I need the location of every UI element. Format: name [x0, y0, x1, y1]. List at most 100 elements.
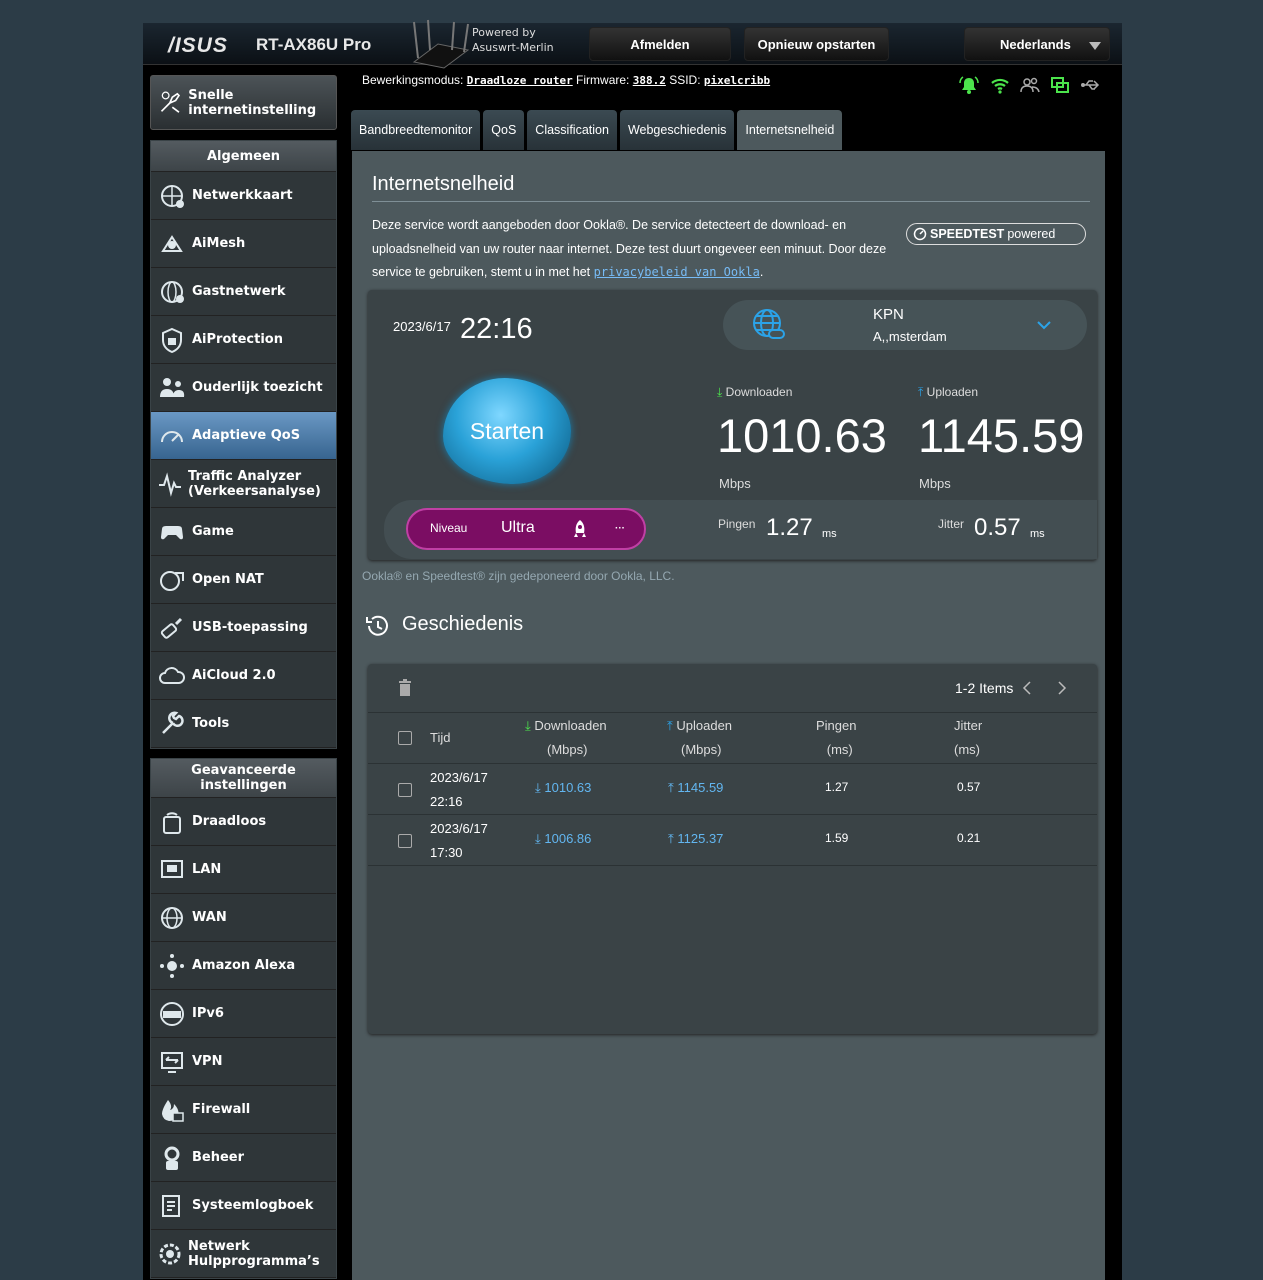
- sidebar-item-label: Firewall: [192, 1102, 251, 1117]
- tab-internet-speed[interactable]: Internetsnelheid: [737, 110, 843, 150]
- ping-value: 1.27: [766, 514, 813, 541]
- sidebar-item-traffic-analyzer[interactable]: Traffic Analyzer (Verkeersanalyse): [151, 460, 336, 508]
- cloud-icon: [157, 661, 187, 691]
- server-isp: KPN: [873, 306, 904, 323]
- alexa-icon: [157, 951, 187, 981]
- sidebar-item-alexa[interactable]: Amazon Alexa: [151, 942, 336, 990]
- sidebar-item-guest-network[interactable]: Gastnetwerk: [151, 268, 336, 316]
- powered-by: Powered by Asuswrt-Merlin: [472, 26, 554, 54]
- chevron-left-icon[interactable]: [1022, 681, 1032, 695]
- usb-status-icon[interactable]: [1080, 75, 1102, 95]
- sidebar-item-label: Amazon Alexa: [192, 958, 296, 973]
- tab-web-history[interactable]: Webgeschiedenis: [619, 110, 735, 150]
- reboot-button[interactable]: Opnieuw opstarten: [744, 27, 889, 61]
- sidebar-item-label: Game: [192, 524, 234, 539]
- ping-unit: ms: [822, 528, 837, 540]
- upload-arrow-icon: ⤒: [668, 780, 674, 795]
- privacy-policy-link[interactable]: privacybeleid van Ookla: [594, 265, 760, 279]
- upload-value: 1145.59: [918, 409, 1085, 462]
- sidebar-item-parental-control[interactable]: Ouderlijk toezicht: [151, 364, 336, 412]
- sidebar-item-ipv6[interactable]: IPv6: [151, 990, 336, 1038]
- jitter-value: 0.57: [974, 514, 1021, 541]
- aimesh-nodes-icon[interactable]: [1050, 75, 1070, 95]
- firmware-link[interactable]: 388.2: [633, 74, 666, 87]
- start-button[interactable]: Starten: [443, 378, 571, 484]
- language-label: Nederlands: [1000, 36, 1071, 52]
- sidebar-item-gamepad[interactable]: Game: [151, 508, 336, 556]
- top-header: /ISUS RT-AX86U Pro Powered by Asuswrt-Me…: [143, 19, 1122, 69]
- guest-network-icon: [157, 277, 187, 307]
- ssid-link[interactable]: pixelcribb: [704, 74, 770, 87]
- sidebar-item-wan[interactable]: WAN: [151, 894, 336, 942]
- sidebar-item-label: USB-toepassing: [192, 620, 308, 635]
- sidebar-item-shield[interactable]: AiProtection: [151, 316, 336, 364]
- sidebar-item-firewall[interactable]: Firewall: [151, 1086, 336, 1134]
- chevron-down-icon: [1089, 42, 1101, 50]
- sidebar-item-wrench[interactable]: Tools: [151, 700, 336, 748]
- mode-link[interactable]: Draadloze router: [467, 74, 573, 87]
- sidebar-item-label: Beheer: [192, 1150, 245, 1165]
- sidebar-item-label: Tools: [192, 716, 230, 731]
- table-row: 2023/6/17 17:30 ⤓ 1006.86 ⤒ 1125.37 1.59 …: [368, 815, 1097, 866]
- sidebar-item-open-nat[interactable]: Open NAT: [151, 556, 336, 604]
- row-download: ⤓ 1010.63: [535, 780, 592, 795]
- result-date: 2023/6/17: [393, 319, 451, 334]
- syslog-icon: [157, 1191, 187, 1221]
- wrench-icon: [157, 709, 187, 739]
- tab-bandwidth-monitor[interactable]: Bandbreedtemonitor: [351, 110, 481, 150]
- select-all-checkbox[interactable]: [398, 731, 412, 745]
- speedtest-logo: SPEEDTEST powered: [906, 223, 1086, 245]
- trash-icon[interactable]: [398, 679, 412, 696]
- sidebar-item-label: Systeemlogboek: [192, 1198, 314, 1213]
- sidebar-item-network-map[interactable]: Netwerkkaart: [151, 172, 336, 220]
- sidebar-item-label: VPN: [192, 1054, 223, 1069]
- col-ping: Pingen (ms): [816, 718, 857, 757]
- row-jitter: 0.21: [957, 831, 981, 845]
- result-time: 22:16: [460, 313, 533, 345]
- sidebar-item-usb[interactable]: USB-toepassing: [151, 604, 336, 652]
- sidebar-item-gauge[interactable]: Adaptieve QoS: [151, 412, 336, 460]
- tab-qos[interactable]: QoS: [483, 110, 525, 150]
- clients-icon[interactable]: [1020, 75, 1040, 95]
- sidebar-item-syslog[interactable]: Systeemlogboek: [151, 1182, 336, 1230]
- download-unit: Mbps: [719, 476, 751, 491]
- row-jitter: 0.57: [957, 780, 981, 794]
- service-description: Deze service wordt aangeboden door Ookla…: [372, 218, 887, 279]
- wifi-icon[interactable]: [990, 75, 1010, 95]
- chevron-right-icon[interactable]: [1057, 681, 1067, 695]
- quick-internet-setup[interactable]: Snelle internetinstelling: [150, 75, 337, 130]
- history-toolbar: 1-2 Items: [368, 664, 1097, 713]
- result-footer: Niveau Ultra ··· Pingen 1.27 ms Jitter 0…: [384, 500, 1097, 559]
- asus-logo: /ISUS: [168, 34, 228, 57]
- vpn-icon: [157, 1047, 187, 1077]
- network-map-icon: [157, 181, 187, 211]
- more-options-icon[interactable]: ···: [615, 523, 625, 534]
- language-select[interactable]: Nederlands: [964, 27, 1110, 61]
- ping-label: Pingen: [718, 517, 756, 531]
- sidebar-item-aimesh[interactable]: AiMesh: [151, 220, 336, 268]
- sidebar-item-wireless[interactable]: Draadloos: [151, 798, 336, 846]
- row-checkbox[interactable]: [398, 783, 412, 797]
- upload-unit: Mbps: [919, 476, 951, 491]
- server-selector[interactable]: KPN A,,msterdam: [723, 300, 1087, 350]
- sidebar-item-admin[interactable]: Beheer: [151, 1134, 336, 1182]
- row-checkbox[interactable]: [398, 834, 412, 848]
- aimesh-icon: [157, 229, 187, 259]
- level-label: Niveau: [430, 521, 468, 535]
- sidebar-item-lan[interactable]: LAN: [151, 846, 336, 894]
- level-selector[interactable]: Niveau Ultra ···: [406, 508, 646, 550]
- router-model: RT-AX86U Pro: [256, 35, 372, 54]
- general-menu: Algemeen Netwerkkaart AiMesh Gastnetwerk Ai…: [150, 140, 337, 749]
- advanced-menu-header: Geavanceerde instellingen: [151, 759, 336, 798]
- upload-label: ⤒ Uploaden: [918, 385, 979, 399]
- logout-button[interactable]: Afmelden: [589, 27, 731, 61]
- router-admin-frame: /ISUS RT-AX86U Pro Powered by Asuswrt-Me…: [143, 19, 1122, 1280]
- tab-classification[interactable]: Classification: [527, 110, 617, 150]
- sidebar-item-cloud[interactable]: AiCloud 2.0: [151, 652, 336, 700]
- sidebar-item-vpn[interactable]: VPN: [151, 1038, 336, 1086]
- jitter-unit: ms: [1030, 528, 1045, 540]
- rocket-icon: [574, 520, 586, 537]
- col-download: ⤓ Downloaden (Mbps): [525, 718, 607, 757]
- notification-bell-icon[interactable]: [958, 75, 980, 95]
- sidebar-item-network-tools[interactable]: Netwerk Hulpprogramma’s: [151, 1230, 336, 1278]
